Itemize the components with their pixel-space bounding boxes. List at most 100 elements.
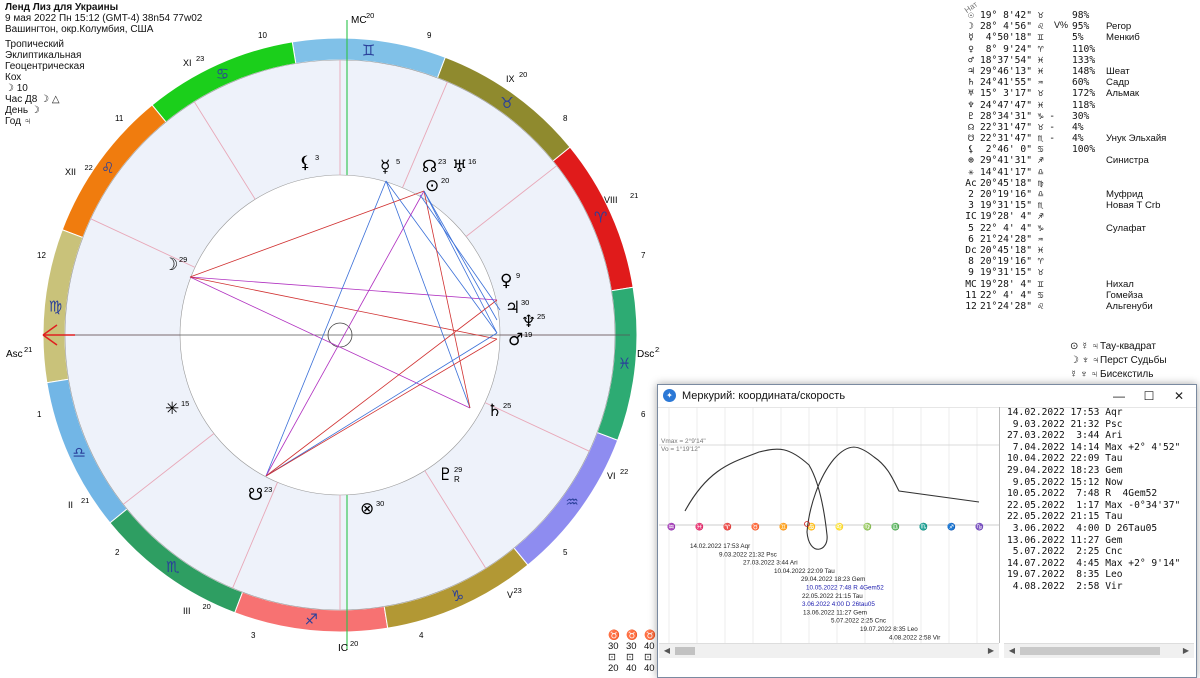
sign-glyph-scorpio: ♏	[166, 558, 180, 576]
planet-glyph: 6	[968, 233, 974, 245]
scroll-left-arrow-icon[interactable]: ◀	[661, 645, 673, 657]
events-scroll-left-icon[interactable]: ◀	[1006, 645, 1018, 657]
planet-longitude: 24°41'55" ♒	[980, 77, 1044, 89]
table-row: IC 19°28' 4" ♐	[962, 211, 1166, 222]
event-row[interactable]: 10.04.2022 22:09 Tau	[1007, 453, 1191, 465]
close-button[interactable]: ✕	[1164, 385, 1194, 407]
event-row[interactable]: 29.04.2022 18:23 Gem	[1007, 465, 1191, 477]
event-row[interactable]: 14.02.2022 17:53 Aqr	[1007, 407, 1191, 419]
events-horizontal-scrollbar[interactable]: ◀ ▶	[1004, 643, 1194, 658]
table-row: ♃ 29°46'13" ♓ 148% Шеат	[962, 66, 1166, 77]
planet-velocity: 148%	[1072, 65, 1096, 77]
planet-glyph: 5	[968, 222, 974, 234]
maximize-button[interactable]: ☐	[1134, 385, 1164, 407]
planet-glyph: IC	[965, 211, 977, 223]
configuration-item: ⊙ ☿ ♃Тау-квадрат	[1070, 340, 1167, 354]
table-row: ✳ 14°41'17" ♎	[962, 167, 1166, 178]
planet-glyph: ♀	[968, 43, 974, 55]
planet-longitude: 19°31'15" ♉	[980, 267, 1044, 279]
planet-glyph: ♆	[968, 99, 974, 111]
sign-glyph-gemini: ♊	[362, 41, 375, 59]
planet-longitude: 20°19'16" ♈	[980, 256, 1044, 268]
event-row[interactable]: 13.06.2022 11:27 Gem	[1007, 535, 1191, 547]
table-row: 12 21°24'28" ♌ Альгенуби	[962, 301, 1166, 312]
planet-longitude: 19° 8'42" ♉	[980, 10, 1044, 21]
graph-event-label: 9.03.2022 21:32 Psc	[719, 551, 777, 558]
speed-graph[interactable]: Vmax = 2°9'14"Vo = 1°19'12"♒ ♓ ♈ ♉ ♊ ♋ ♌ ♍ ♎ ♏ ♐ ♑1…	[659, 407, 1000, 643]
planet-glyph: 9	[968, 267, 974, 279]
planet-longitude: 22°31'47" ♉ -	[980, 121, 1056, 133]
planet-glyph: ✳	[968, 166, 974, 178]
table-row: MC 19°28' 4" ♊ Нихал	[962, 279, 1166, 290]
planet-longitude: 28° 4'56" ♌	[980, 21, 1044, 33]
event-row[interactable]: 10.05.2022 7:48 R 4Gem52	[1007, 488, 1191, 500]
event-row[interactable]: 22.05.2022 21:15 Tau	[1007, 511, 1191, 523]
scroll-thumb[interactable]	[675, 647, 695, 655]
vo-label: Vo = 1°19'12"	[661, 445, 701, 453]
event-row[interactable]: 9.03.2022 21:32 Psc	[1007, 419, 1191, 431]
event-row[interactable]: 14.07.2022 4:45 Max +2° 9'14"	[1007, 558, 1191, 570]
fixed-star-name: Альгенуби	[1106, 300, 1153, 312]
house-cusp-label: V	[507, 590, 513, 600]
asc-label: Asc	[6, 349, 23, 360]
fixed-star-name: Синистра	[1106, 155, 1149, 167]
house-cusp-degree: 23	[514, 586, 522, 595]
planet-glyph: ☊	[968, 121, 974, 133]
fixed-star-name: Унук Эльхайя	[1106, 133, 1167, 145]
fixed-star-name: Менкиб	[1106, 32, 1140, 44]
house-number: 10	[258, 31, 267, 40]
planet-glyph: ☉	[968, 10, 974, 21]
event-row[interactable]: 27.03.2022 3:44 Ari	[1007, 430, 1191, 442]
planet-longitude: 22° 4' 4" ♑	[980, 222, 1044, 234]
events-list[interactable]: 14.02.2022 17:53 Aqr 9.03.2022 21:32 Psc…	[1004, 407, 1191, 643]
mercury-speed-dialog[interactable]: ✦ Меркурий: координата/скорость — ☐ ✕ Vm…	[657, 384, 1197, 678]
house-number: 7	[641, 251, 646, 260]
graph-horizontal-scrollbar[interactable]: ◀ ▶	[659, 643, 999, 658]
fixed-star-name: Садр	[1106, 77, 1130, 89]
event-row[interactable]: 22.05.2022 1:17 Max -0°34'37"	[1007, 500, 1191, 512]
event-row[interactable]: 9.05.2022 15:12 Now	[1007, 477, 1191, 489]
table-row: ♅ 15° 3'17" ♉ 172% Альмак	[962, 88, 1166, 99]
ic-label: IC	[338, 643, 348, 654]
event-row[interactable]: 4.08.2022 2:58 Vir	[1007, 581, 1191, 593]
dsc-label: Dsc	[637, 349, 654, 360]
retrograde-flag: R	[454, 475, 460, 484]
mc-degree: 20	[366, 11, 374, 20]
event-row[interactable]: 19.07.2022 8:35 Leo	[1007, 569, 1191, 581]
house-cusp-label: XI	[183, 58, 192, 68]
minimize-button[interactable]: —	[1104, 385, 1134, 407]
legend-grid-cell: ♉	[608, 630, 620, 641]
planet-longitude: 19°28' 4" ♊	[980, 278, 1044, 290]
event-row[interactable]: 5.07.2022 2:25 Cnc	[1007, 546, 1191, 558]
planet-glyph-9: ☽	[163, 255, 178, 275]
planet-glyph: 8	[968, 256, 974, 268]
planet-longitude: 21°24'28" ♌	[980, 300, 1044, 312]
fixed-star-name: Муфрид	[1106, 189, 1143, 200]
dialog-titlebar[interactable]: ✦ Меркурий: координата/скорость — ☐ ✕	[658, 385, 1196, 408]
house-cusp-degree: 21	[630, 191, 638, 200]
graph-event-label: 10.04.2022 22:09 Tau	[774, 568, 835, 575]
events-scroll-thumb[interactable]	[1020, 647, 1160, 655]
house-cusp-label: IX	[506, 74, 515, 84]
planet-velocity: 172%	[1072, 88, 1096, 100]
planet-glyph: Ac	[965, 177, 977, 189]
graph-event-label: 4.08.2022 2:58 Vir	[889, 634, 940, 641]
planet-glyph: ☋	[968, 133, 974, 145]
planet-glyph: ♅	[968, 88, 974, 100]
scroll-right-arrow-icon[interactable]: ▶	[985, 645, 997, 657]
planet-positions-table: ☉ 19° 8'42" ♉ 98% ☽ 28° 4'56" ♌ 95% Регор ☿ 4°5…	[962, 10, 1166, 312]
planet-degree: 30	[376, 499, 384, 508]
planet-degree: 23	[438, 157, 446, 166]
event-row[interactable]: 3.06.2022 4:00 D 26Tau05	[1007, 523, 1191, 535]
axis-sign-glyph: ♓	[695, 522, 704, 531]
planet-longitude: 21°24'28" ♒	[980, 233, 1044, 245]
planet-glyph-2: ☊	[422, 157, 437, 177]
house-cusp-degree: 20	[519, 70, 527, 79]
legend-grid-cell: ⊡	[626, 652, 634, 663]
planet-glyph-5: ♀	[500, 271, 512, 291]
configuration-name: Перст Судьбы	[1100, 355, 1167, 366]
planet-glyph-4: ⊙	[425, 176, 439, 196]
events-scroll-right-icon[interactable]: ▶	[1180, 645, 1192, 657]
event-row[interactable]: 7.04.2022 14:14 Max +2° 4'52"	[1007, 442, 1191, 454]
natal-chart-wheel[interactable]: ♈♉♊♋♌♍♎♏♐♑♒♓ MC20IC20Asc21Dsc21XI23IX20X…	[0, 0, 660, 678]
